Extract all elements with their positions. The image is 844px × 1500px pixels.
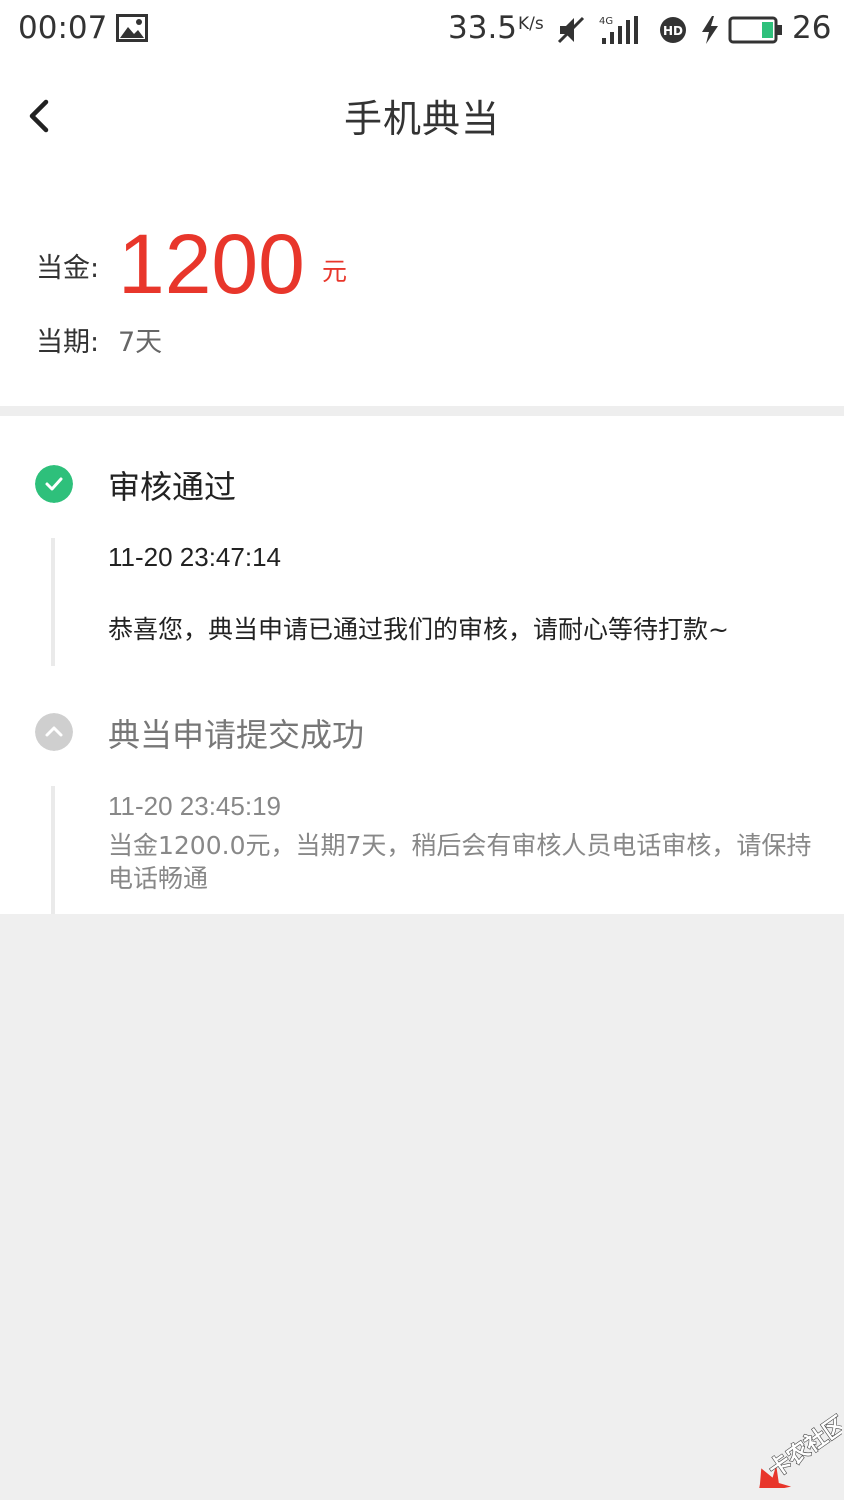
amount-unit: 元 [322, 257, 348, 286]
amount-value: 1200 [118, 217, 305, 311]
watermark-logo: 卡农社区 [758, 1411, 842, 1488]
term-label: 当期: [36, 327, 100, 358]
amount-label: 当金: [36, 253, 100, 284]
step-description: 当金1200.0元，当期7天，稍后会有审核人员电话审核，请保持电话畅通 [108, 831, 812, 893]
chevron-up-circle-icon [35, 713, 73, 751]
network-label: 4G [599, 16, 613, 27]
timeline-connector [51, 786, 55, 914]
step-time: 11-20 23:47:14 [108, 542, 281, 572]
status-timeline: 审核通过 11-20 23:47:14 恭喜您，典当申请已通过我们的审核，请耐心… [0, 416, 844, 914]
step-title: 典当申请提交成功 [108, 716, 365, 754]
net-speed-unit: K/s [518, 14, 544, 34]
section-divider [0, 406, 844, 416]
charging-icon [702, 16, 718, 44]
step-description: 恭喜您，典当申请已通过我们的审核，请耐心等待打款~ [108, 615, 729, 644]
watermark-text: 卡农社区 [764, 1411, 842, 1483]
timeline-connector [51, 538, 55, 666]
battery-icon [728, 16, 782, 44]
pawn-summary: 当金: 1200 元 当期: 7天 [0, 172, 844, 406]
step-time: 11-20 23:45:19 [108, 791, 281, 821]
battery-percent: 26 [792, 10, 832, 46]
nav-bar: 手机典当 [0, 60, 844, 172]
status-bar: 00:07 33.5 K/s 4G HD 26 [0, 0, 844, 60]
step-title: 审核通过 [108, 468, 237, 506]
page-title: 手机典当 [343, 97, 500, 141]
status-time: 00:07 [18, 10, 108, 46]
signal-4g-icon: 4G [599, 16, 638, 44]
svg-text:HD: HD [663, 24, 683, 38]
net-speed: 33.5 [448, 10, 518, 46]
image-icon [116, 14, 148, 42]
term-value: 7天 [118, 327, 163, 358]
mute-icon [557, 16, 585, 44]
hd-call-icon: HD [660, 17, 686, 43]
check-circle-icon [35, 465, 73, 503]
